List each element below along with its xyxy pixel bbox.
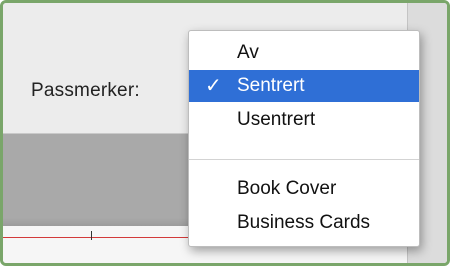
menu-item-usentrert[interactable]: Usentrert — [189, 104, 419, 136]
menu-item-label: Sentrert — [237, 75, 305, 96]
registration-tick-mark — [91, 231, 92, 240]
menu-item-label: Usentrert — [237, 109, 316, 130]
menu-item-label: Book Cover — [237, 178, 337, 199]
menu-item-label: Av — [237, 42, 259, 63]
menu-item-label: Business Cards — [237, 212, 371, 233]
menu-item-business-cards[interactable]: Business Cards — [189, 207, 419, 239]
passmerker-label: Passmerker: — [31, 80, 140, 101]
menu-item-book-cover[interactable]: Book Cover — [189, 173, 419, 205]
menu-item-av[interactable]: Av — [189, 37, 419, 69]
dialog-window: Passmerker: Av ✓ Sentrert Usentrert Book… — [0, 0, 450, 266]
menu-item-sentrert[interactable]: ✓ Sentrert — [189, 70, 419, 102]
checkmark-icon: ✓ — [205, 75, 222, 97]
menu-separator — [189, 159, 419, 160]
passmerker-dropdown-menu[interactable]: Av ✓ Sentrert Usentrert Book Cover Busin… — [188, 30, 420, 247]
